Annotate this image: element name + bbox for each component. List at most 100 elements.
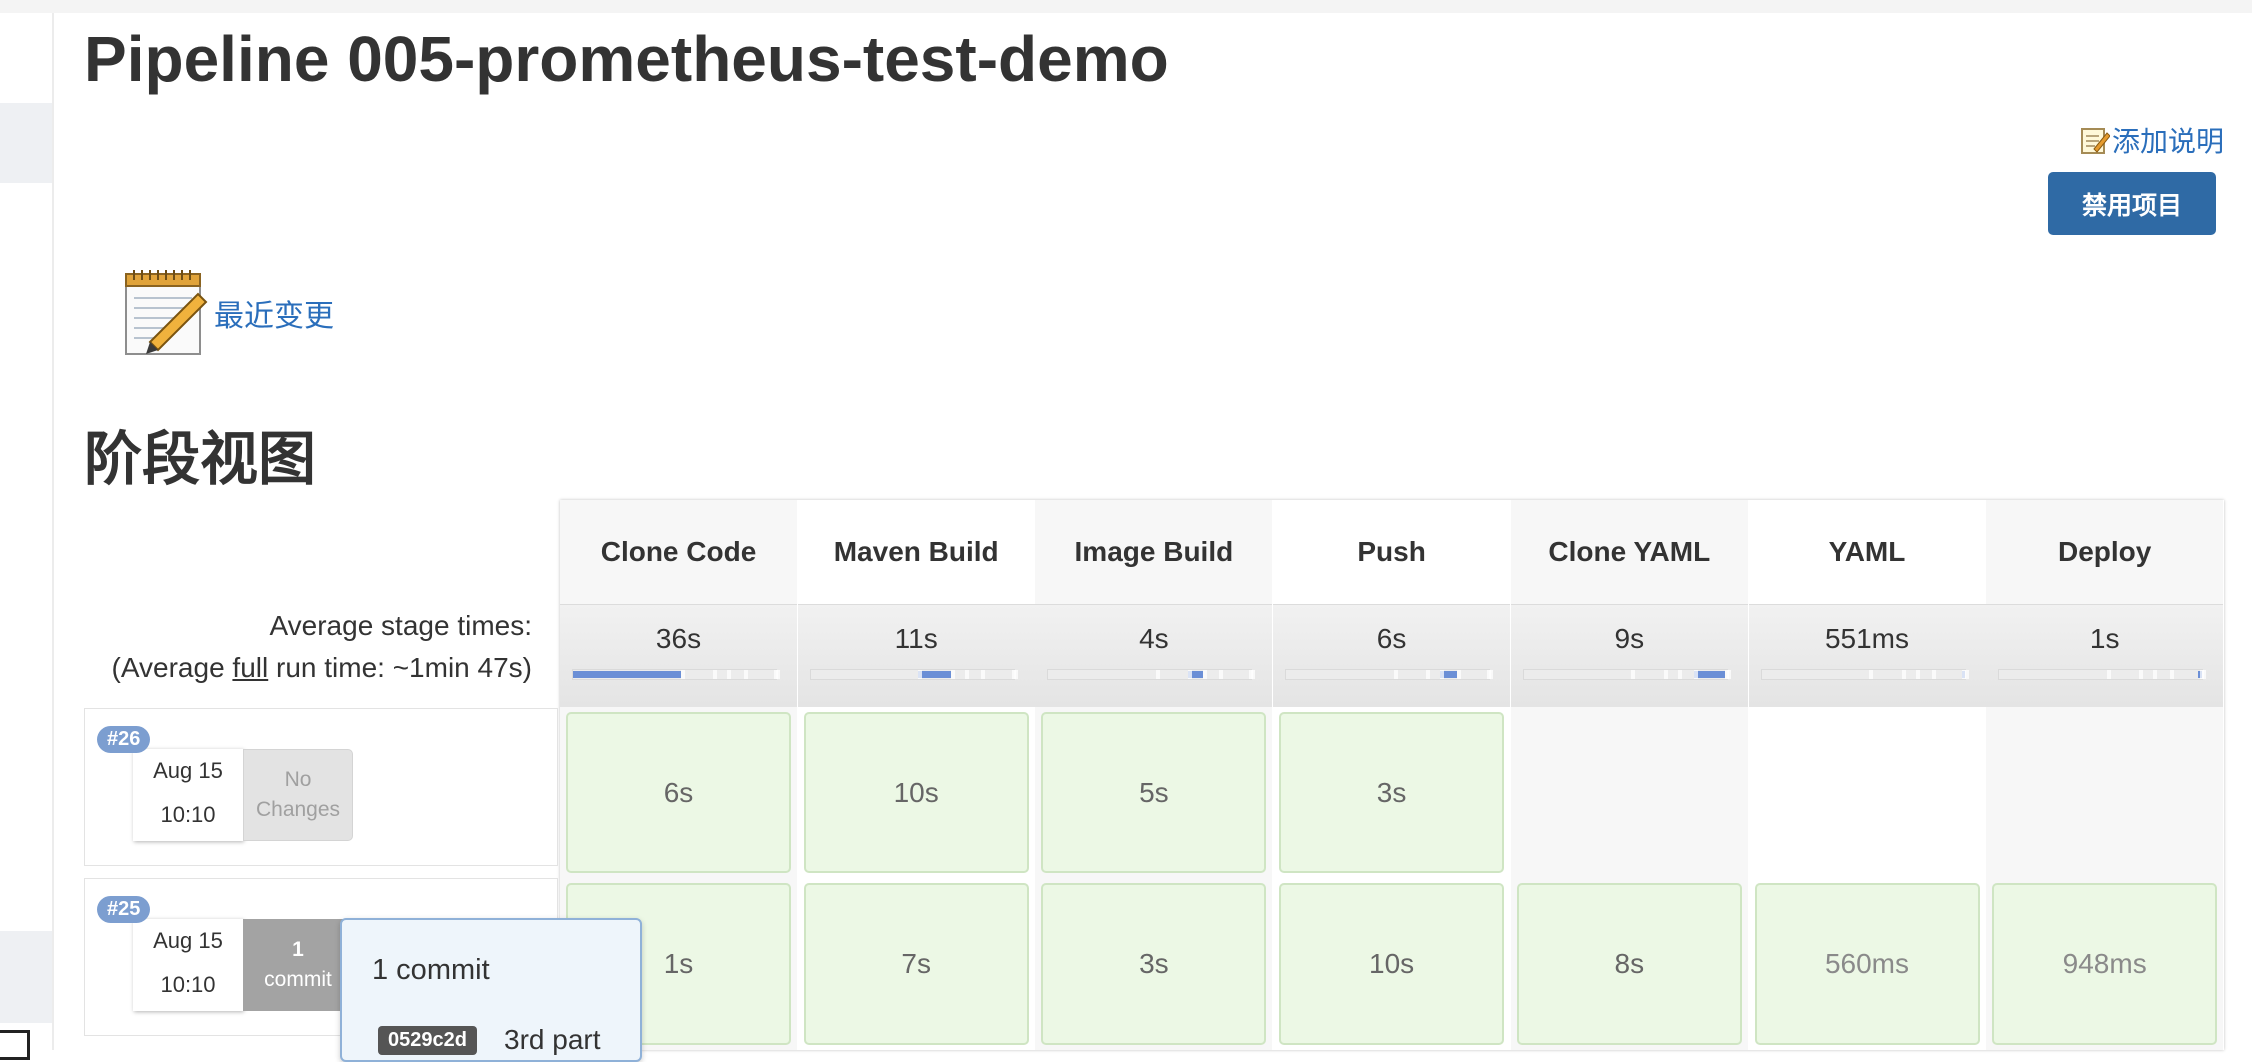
stage-header: Push bbox=[1357, 536, 1426, 567]
build-date-time: 10:10 bbox=[160, 972, 216, 997]
stage-column: Image Build 4s 5s 3s bbox=[1035, 500, 1273, 1050]
stage-average-bar-tick bbox=[1188, 670, 1193, 679]
stage-average-bar-fill bbox=[573, 671, 681, 678]
build-number-badge[interactable]: #25 bbox=[97, 896, 151, 923]
stage-cell[interactable]: 7s bbox=[803, 883, 1029, 1045]
stage-average: 9s bbox=[1510, 604, 1748, 707]
stage-average-bar-tick bbox=[1663, 670, 1668, 679]
stage-average-bar bbox=[1760, 669, 1969, 680]
stage-cell[interactable]: 10s bbox=[803, 712, 1029, 873]
average-stage-times-text: Average stage times: bbox=[269, 610, 532, 641]
stage-average-time: 9s bbox=[1614, 623, 1645, 654]
stage-average-bar-tick bbox=[727, 670, 732, 679]
add-description-link[interactable]: 添加说明 bbox=[2080, 120, 2224, 160]
stage-average-bar-tick bbox=[2139, 670, 2144, 679]
build-row: #26 Aug 15 10:10 No Changes bbox=[84, 708, 558, 866]
stage-average-time: 11s bbox=[894, 623, 938, 654]
commit-popover: 1 commit 0529c2d 3rd part bbox=[340, 918, 642, 1062]
stage-average-bar-tick bbox=[1901, 670, 1906, 679]
stage-average-bar bbox=[1285, 669, 1494, 680]
sidebar-item-band[interactable] bbox=[0, 103, 52, 183]
edit-note-icon bbox=[2080, 128, 2110, 154]
stage-average-bar bbox=[1522, 669, 1731, 680]
stage-column: YAML 551ms 560ms bbox=[1748, 500, 1986, 1050]
commit-sha[interactable]: 0529c2d bbox=[378, 1026, 477, 1055]
stage-average-bar-tick bbox=[776, 670, 780, 679]
stage-average-bar-tick bbox=[1202, 670, 1207, 679]
changes-line1: 1 bbox=[292, 938, 304, 961]
stage-cell[interactable]: 10s bbox=[1279, 883, 1505, 1045]
commit-message: 3rd part bbox=[504, 1024, 601, 1055]
stage-average-bar-tick bbox=[2106, 670, 2111, 679]
average-stage-times-label: Average stage times: (Average full run t… bbox=[84, 605, 532, 689]
build-date: Aug 15 10:10 bbox=[133, 919, 243, 1011]
stage-average-bar-tick bbox=[964, 670, 969, 679]
stage-average: 551ms bbox=[1748, 604, 1986, 707]
changes-line1: No bbox=[284, 768, 312, 791]
stage-average-bar-tick bbox=[1678, 670, 1683, 679]
stage-average-bar-tick bbox=[981, 670, 986, 679]
stage-average-bar-tick bbox=[680, 670, 685, 679]
stage-average-bar bbox=[1047, 669, 1256, 680]
average-run-suffix: run time: ~1min 47s) bbox=[268, 652, 532, 683]
stage-cell[interactable]: 560ms bbox=[1754, 883, 1980, 1045]
popover-title: 1 commit bbox=[372, 954, 490, 986]
stage-average: 6s bbox=[1273, 604, 1511, 707]
stage-cell[interactable]: 3s bbox=[1041, 883, 1267, 1045]
stage-column: Clone YAML 9s 8s bbox=[1510, 500, 1748, 1050]
stage-average-bar bbox=[572, 669, 780, 680]
checkbox-icon[interactable] bbox=[0, 1030, 30, 1060]
full-run-link[interactable]: full bbox=[232, 652, 268, 683]
stage-column: Deploy 1s 948ms bbox=[1986, 500, 2224, 1050]
stage-average-bar-tick bbox=[1694, 670, 1699, 679]
left-sidebar bbox=[0, 13, 54, 1050]
stage-cell[interactable]: 6s bbox=[566, 712, 791, 873]
add-description-label: 添加说明 bbox=[2111, 126, 2224, 157]
stage-average-bar-tick bbox=[713, 670, 718, 679]
stage-header: Clone Code bbox=[600, 536, 757, 567]
top-strip bbox=[0, 0, 2252, 13]
stage-average-bar-tick bbox=[1932, 670, 1937, 679]
stage-average-bar-tick bbox=[1013, 670, 1018, 679]
stage-column: Maven Build 11s 10s 7s bbox=[797, 500, 1035, 1050]
stage-average-bar-tick bbox=[950, 670, 955, 679]
stage-average-bar-tick bbox=[1456, 670, 1461, 679]
stage-average: 1s bbox=[1986, 604, 2224, 707]
stage-header: Clone YAML bbox=[1548, 536, 1711, 567]
stage-average-time: 36s bbox=[655, 623, 702, 654]
build-date-time: 10:10 bbox=[160, 802, 216, 827]
average-run-prefix: (Average bbox=[111, 652, 233, 683]
stage-average-bar-tick bbox=[1393, 670, 1398, 679]
notepad-icon bbox=[125, 270, 208, 355]
stage-cell[interactable]: 3s bbox=[1279, 712, 1505, 873]
stage-average-bar-tick bbox=[1218, 670, 1223, 679]
stage-average-bar-tick bbox=[1726, 670, 1731, 679]
sidebar-item-band[interactable] bbox=[0, 931, 52, 1023]
stage-header: YAML bbox=[1828, 536, 1906, 567]
stage-cell[interactable]: 5s bbox=[1041, 712, 1267, 873]
build-number-badge[interactable]: #26 bbox=[97, 726, 151, 753]
stage-cell[interactable]: 8s bbox=[1516, 883, 1742, 1045]
stage-average-bar-tick bbox=[2202, 670, 2207, 679]
stage-header: Maven Build bbox=[833, 536, 999, 567]
stage-column: Push 6s 3s 10s bbox=[1273, 500, 1511, 1050]
stage-average-bar-tick bbox=[743, 670, 748, 679]
stage-average: 4s bbox=[1035, 604, 1273, 707]
disable-project-button[interactable]: 禁用项目 bbox=[2048, 172, 2216, 235]
stage-cell[interactable]: 948ms bbox=[1992, 883, 2218, 1045]
stage-header: Deploy bbox=[2058, 536, 2152, 567]
stage-average-bar bbox=[809, 669, 1018, 680]
stage-average-time: 4s bbox=[1139, 623, 1169, 654]
build-date-day: Aug 15 bbox=[153, 758, 223, 783]
page-title: Pipeline 005-prometheus-test-demo bbox=[84, 23, 1169, 95]
stage-average-bar-tick bbox=[1915, 670, 1920, 679]
stage-average-bar-tick bbox=[1964, 670, 1969, 679]
stage-header: Image Build bbox=[1074, 536, 1234, 567]
stage-average-bar-fill bbox=[918, 671, 951, 678]
stage-average-bar-tick bbox=[918, 670, 923, 679]
recent-changes: 最近变更 bbox=[120, 268, 334, 358]
build-date-day: Aug 15 bbox=[153, 928, 223, 953]
recent-changes-link[interactable]: 最近变更 bbox=[214, 291, 334, 335]
build-changes-commit[interactable]: 1 commit bbox=[243, 919, 353, 1011]
changes-line2: Changes bbox=[255, 798, 341, 821]
